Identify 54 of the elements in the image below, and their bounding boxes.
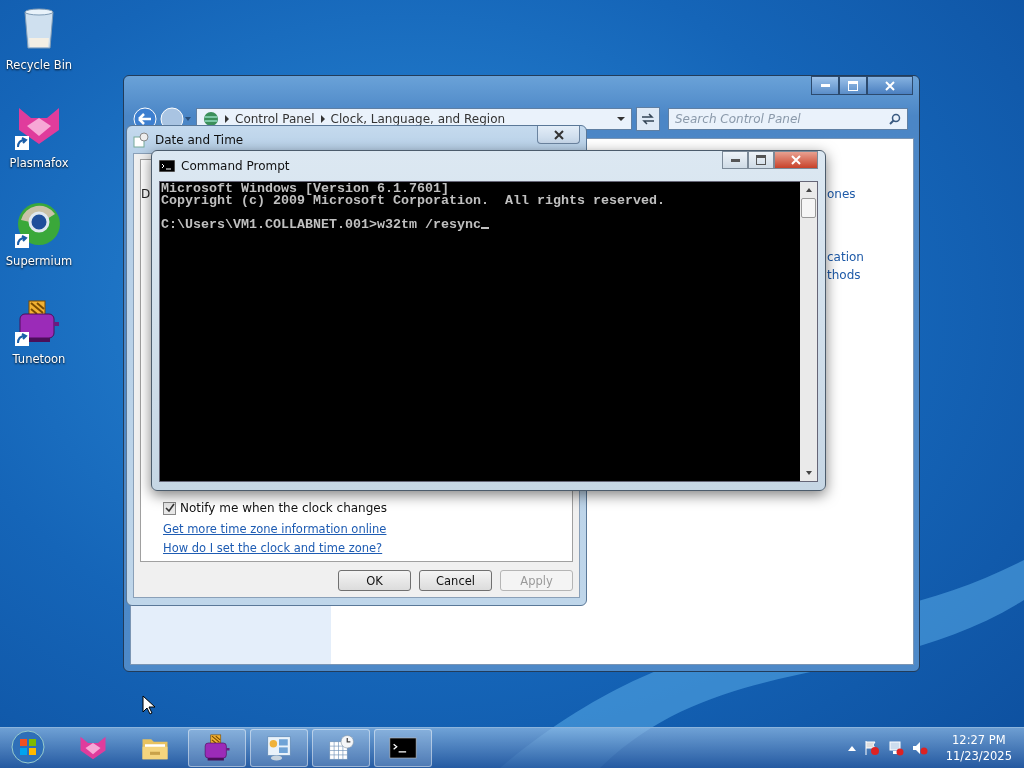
console-icon: [159, 160, 175, 172]
tab[interactable]: D: [141, 187, 151, 201]
clock[interactable]: 12:27 PM 11/23/2025: [945, 732, 1012, 764]
close-icon: [885, 80, 895, 91]
maximize-button[interactable]: [839, 76, 867, 95]
notify-checkbox[interactable]: Notify me when the clock changes: [163, 501, 572, 515]
dialog-button[interactable]: OK: [338, 570, 411, 591]
search-field[interactable]: Search Control Panel: [668, 108, 908, 130]
breadcrumb-item[interactable]: Clock, Language, and Region: [330, 112, 506, 126]
control-panel-icon: [264, 733, 294, 763]
console-line: Microsoft Windows [Version 6.1.7601]: [161, 183, 449, 195]
checkbox[interactable]: [163, 501, 176, 515]
desktop-icon[interactable]: Plasmafox: [9, 102, 69, 170]
minimize-button[interactable]: [811, 76, 839, 95]
flag-icon[interactable]: [863, 740, 880, 756]
close-button[interactable]: [867, 76, 913, 95]
search-icon: [889, 113, 901, 125]
globe-icon: [15, 200, 63, 248]
network-icon[interactable]: [887, 740, 904, 756]
globe-icon: [203, 111, 219, 127]
dialog-button[interactable]: Cancel: [419, 570, 492, 591]
help-link[interactable]: How do I set the clock and time zone?: [163, 541, 383, 555]
show-hidden-icons-icon[interactable]: [847, 745, 856, 751]
clock-date: 11/23/2025: [945, 748, 1012, 764]
toaster-icon: [202, 733, 232, 763]
desktop-icon[interactable]: Supermium: [5, 200, 73, 268]
refresh-icon[interactable]: [636, 107, 660, 131]
speaker-icon[interactable]: [911, 740, 928, 756]
clock-time: 12:27 PM: [952, 732, 1006, 748]
console-line: C:\Users\VM1.COLLABNET.001>w32tm /resync: [161, 219, 489, 231]
checkbox-label: Notify me when the clock changes: [180, 501, 387, 515]
taskbar-button[interactable]: [188, 729, 246, 767]
taskbar-button[interactable]: [374, 729, 432, 767]
help-link[interactable]: Get more time zone information online: [163, 522, 387, 536]
category-link[interactable]: ones: [827, 187, 856, 201]
category-link[interactable]: thods: [827, 268, 861, 282]
window-title: Date and Time: [155, 132, 244, 147]
close-button[interactable]: [774, 151, 818, 169]
clock-icon: [133, 131, 149, 148]
maximize-button[interactable]: [748, 151, 774, 169]
category-link[interactable]: cation: [827, 250, 864, 264]
close-button[interactable]: [537, 126, 580, 144]
scrollbar[interactable]: [800, 182, 817, 481]
minimize-button[interactable]: [722, 151, 748, 169]
close-icon: [553, 129, 564, 140]
close-icon: [791, 155, 801, 165]
desktop-icon[interactable]: Recycle Bin: [5, 4, 73, 72]
desktop-icon[interactable]: Tunetoon: [12, 298, 66, 366]
window-title: Command Prompt: [181, 159, 290, 173]
mouse-pointer-icon: [142, 695, 156, 715]
breadcrumb-item[interactable]: Control Panel: [235, 112, 315, 126]
console-line: Copyright (c) 2009 Microsoft Corporation. All rights reserved.: [161, 195, 665, 207]
calendar-clock-icon: [326, 733, 356, 763]
start-button[interactable]: [8, 729, 48, 767]
